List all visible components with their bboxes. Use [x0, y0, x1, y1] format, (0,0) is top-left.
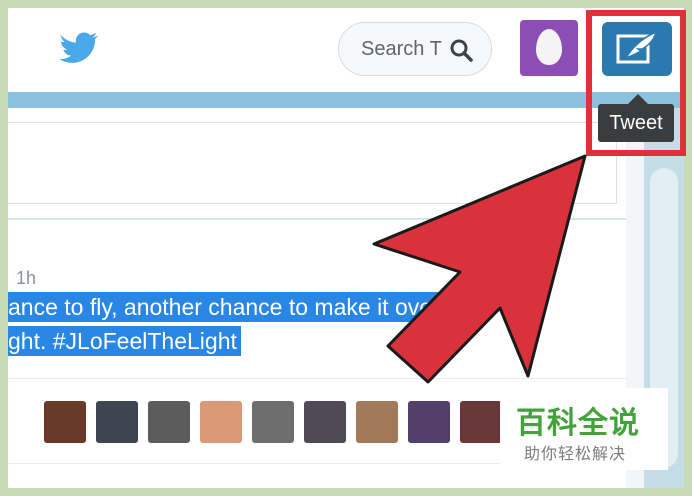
egg-shape — [536, 29, 562, 65]
user-avatar[interactable] — [356, 401, 398, 443]
user-avatar[interactable] — [96, 401, 138, 443]
highlight-box — [586, 10, 686, 156]
user-avatar[interactable] — [200, 401, 242, 443]
red-pointer-arrow-icon — [372, 154, 587, 384]
watermark-title: 百科全说 — [516, 407, 640, 440]
user-avatar[interactable] — [148, 401, 190, 443]
user-avatar[interactable] — [408, 401, 450, 443]
watermark: 百科全说 助你轻松解决 — [500, 388, 668, 470]
user-avatar[interactable] — [304, 401, 346, 443]
user-avatar[interactable] — [460, 401, 502, 443]
user-avatar[interactable] — [252, 401, 294, 443]
egg-avatar-icon[interactable] — [520, 20, 578, 76]
search-placeholder: Search T — [361, 37, 442, 60]
tweet-timestamp[interactable]: 1h — [16, 268, 36, 289]
watermark-subtitle: 助你轻松解决 — [524, 446, 627, 463]
user-avatar[interactable] — [44, 401, 86, 443]
twitter-bird-icon[interactable] — [60, 32, 100, 66]
header-divider-strip — [8, 92, 684, 108]
search-input[interactable]: Search T — [338, 22, 492, 76]
search-icon[interactable] — [449, 38, 473, 62]
tweet-text-line-2: ght. #JLoFeelTheLight — [8, 326, 241, 356]
top-navigation-bar: Search T — [8, 8, 684, 92]
